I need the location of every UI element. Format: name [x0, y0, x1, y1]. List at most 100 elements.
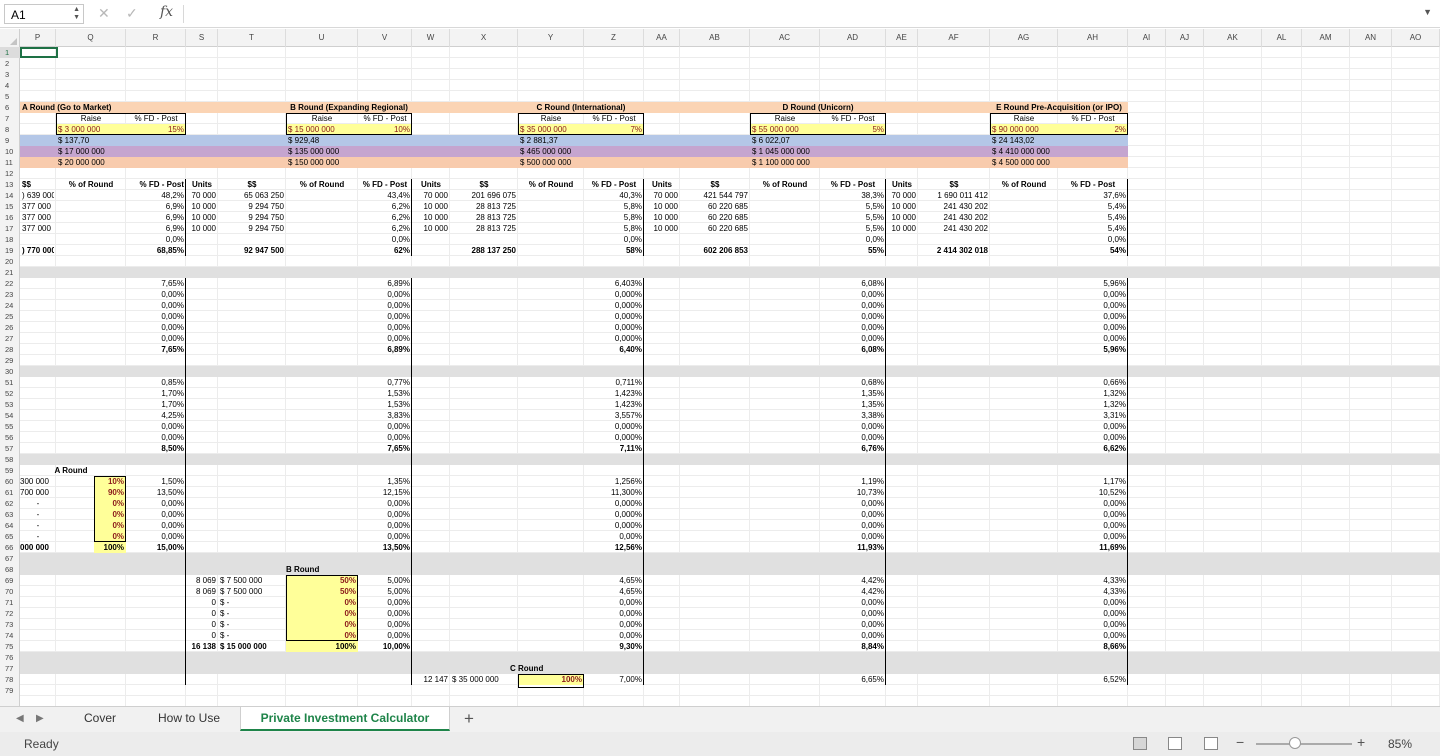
pool-pct[interactable]: 0,00%: [822, 322, 884, 333]
row-header-74[interactable]: 74: [0, 630, 20, 641]
a-round-investment[interactable]: -: [20, 520, 56, 531]
row-header-75[interactable]: 75: [0, 641, 20, 652]
row-header-59[interactable]: 59: [0, 465, 20, 476]
b-round-fd[interactable]: 4,33%: [1060, 575, 1126, 586]
post-money-value[interactable]: $ 500 000 000: [520, 157, 582, 168]
row-header-23[interactable]: 23: [0, 289, 20, 300]
row-header-69[interactable]: 69: [0, 575, 20, 586]
fd-post-value[interactable]: 6,9%: [128, 212, 184, 223]
pool-pct[interactable]: 0,00%: [128, 289, 184, 300]
a-round-fd[interactable]: 0,00%: [128, 531, 184, 542]
units-value[interactable]: 10 000: [414, 201, 448, 212]
row-header-20[interactable]: 20: [0, 256, 20, 267]
row-header-55[interactable]: 55: [0, 421, 20, 432]
pool-pct[interactable]: 0,00%: [822, 300, 884, 311]
row-header-1[interactable]: 1: [0, 47, 20, 58]
b-round-investment[interactable]: $ 7 500 000: [220, 586, 284, 597]
advisor-pct[interactable]: 0,711%: [586, 377, 642, 388]
advisor-pct[interactable]: 3,557%: [586, 410, 642, 421]
expand-formula-bar-icon[interactable]: ▼: [1423, 7, 1432, 17]
fd-post-value[interactable]: 5,8%: [586, 223, 642, 234]
row-header-21[interactable]: 21: [0, 267, 20, 278]
advisor-pct[interactable]: 1,35%: [822, 399, 884, 410]
table-header[interactable]: % FD - Post: [360, 179, 410, 190]
b-round-units[interactable]: 8 069: [188, 575, 216, 586]
dollar-value[interactable]: 201 696 075: [452, 190, 517, 201]
units-value[interactable]: 70 000: [888, 190, 916, 201]
pool-pct[interactable]: 0,00%: [128, 322, 184, 333]
row-header-57[interactable]: 57: [0, 443, 20, 454]
advisor-pct[interactable]: 1,423%: [586, 388, 642, 399]
dollar-value[interactable]: 28 813 725: [452, 201, 516, 212]
row-header-11[interactable]: 11: [0, 157, 20, 168]
b-round-investment[interactable]: $ -: [220, 608, 284, 619]
table-header[interactable]: % FD - Post: [822, 179, 884, 190]
table-header[interactable]: $$: [220, 179, 284, 190]
fd-post-value[interactable]: 0,0%: [128, 234, 184, 245]
a-round-pct-total[interactable]: 100%: [94, 542, 124, 553]
pre-money-value[interactable]: $ 17 000 000: [58, 146, 124, 157]
post-money-value[interactable]: $ 1 100 000 000: [752, 157, 818, 168]
b-round-units[interactable]: 0: [188, 630, 216, 641]
table-header[interactable]: % FD - Post: [586, 179, 642, 190]
a-round-fd[interactable]: 0,00%: [360, 509, 410, 520]
b-round-fd[interactable]: 0,00%: [360, 608, 410, 619]
advisor-pct[interactable]: 3,83%: [360, 410, 410, 421]
c-round-fd[interactable]: 6,52%: [1060, 674, 1126, 685]
fd-post-value[interactable]: 5,5%: [822, 212, 884, 223]
b-round-fd[interactable]: 0,00%: [822, 619, 884, 630]
zoom-out-icon[interactable]: −: [1236, 734, 1244, 750]
b-round-fd[interactable]: 0,00%: [822, 608, 884, 619]
a-round-investment[interactable]: -: [20, 531, 56, 542]
row-header-30[interactable]: 30: [0, 366, 20, 377]
fd-post-value[interactable]: 54%: [1060, 245, 1126, 256]
b-round-investment-total[interactable]: $ 15 000 000: [220, 641, 284, 652]
a-round-fd[interactable]: 13,50%: [360, 542, 410, 553]
row-header-53[interactable]: 53: [0, 399, 20, 410]
table-header[interactable]: Units: [888, 179, 916, 190]
b-round-fd[interactable]: 0,00%: [360, 619, 410, 630]
units-value[interactable]: 10 000: [888, 223, 916, 234]
c-round-units[interactable]: 12 147: [414, 674, 448, 685]
fd-post-value[interactable]: 6,2%: [360, 201, 410, 212]
advisor-pct[interactable]: 0,00%: [1060, 421, 1126, 432]
fd-post-value[interactable]: 5,5%: [822, 201, 884, 212]
column-header-s[interactable]: S: [186, 29, 218, 47]
zoom-in-icon[interactable]: +: [1357, 734, 1365, 750]
dollar-value[interactable]: 241 430 202: [920, 212, 989, 223]
column-header-ag[interactable]: AG: [990, 29, 1058, 47]
row-header-62[interactable]: 62: [0, 498, 20, 509]
advisor-pct[interactable]: 6,76%: [822, 443, 884, 454]
a-round-fd[interactable]: 0,00%: [360, 498, 410, 509]
pool-pct[interactable]: 5,96%: [1060, 278, 1126, 289]
fd-post-value[interactable]: 6,9%: [128, 223, 184, 234]
advisor-pct[interactable]: 0,00%: [822, 432, 884, 443]
previous-sheet-icon[interactable]: ◀: [16, 713, 24, 724]
dollar-value[interactable]: 602 206 853: [682, 245, 749, 256]
column-header-af[interactable]: AF: [918, 29, 990, 47]
b-round-fd[interactable]: 0,00%: [1060, 608, 1126, 619]
row-header-78[interactable]: 78: [0, 674, 20, 685]
dollar-value[interactable]: 60 220 685: [682, 223, 748, 234]
dollar-value[interactable]: 28 813 725: [452, 212, 516, 223]
cancel-icon[interactable]: ✕: [98, 5, 110, 22]
column-header-p[interactable]: P: [20, 29, 56, 47]
pre-money-value[interactable]: $ 465 000 000: [520, 146, 582, 157]
a-round-fd[interactable]: 11,69%: [1060, 542, 1126, 553]
table-header[interactable]: % of Round: [752, 179, 818, 190]
column-header-u[interactable]: U: [286, 29, 358, 47]
dollars-header[interactable]: $$: [22, 179, 54, 190]
advisor-pct[interactable]: 0,85%: [128, 377, 184, 388]
add-sheet-icon[interactable]: +: [464, 709, 474, 729]
a-round-fd[interactable]: 1,19%: [822, 476, 884, 487]
a-round-fd[interactable]: 0,00%: [822, 520, 884, 531]
fd-post-value[interactable]: 55%: [822, 245, 884, 256]
advisor-pct[interactable]: 1,70%: [128, 388, 184, 399]
a-round-fd[interactable]: 0,00%: [360, 520, 410, 531]
a-round-fd[interactable]: 0,000%: [586, 509, 642, 520]
dollar-value[interactable]: 1 690 011 412: [920, 190, 988, 201]
dollar-value[interactable]: 9 294 750: [220, 223, 284, 234]
a-round-fd[interactable]: 0,000%: [586, 520, 642, 531]
zoom-slider-handle[interactable]: [1289, 737, 1301, 749]
active-cell-a1[interactable]: [20, 47, 58, 58]
